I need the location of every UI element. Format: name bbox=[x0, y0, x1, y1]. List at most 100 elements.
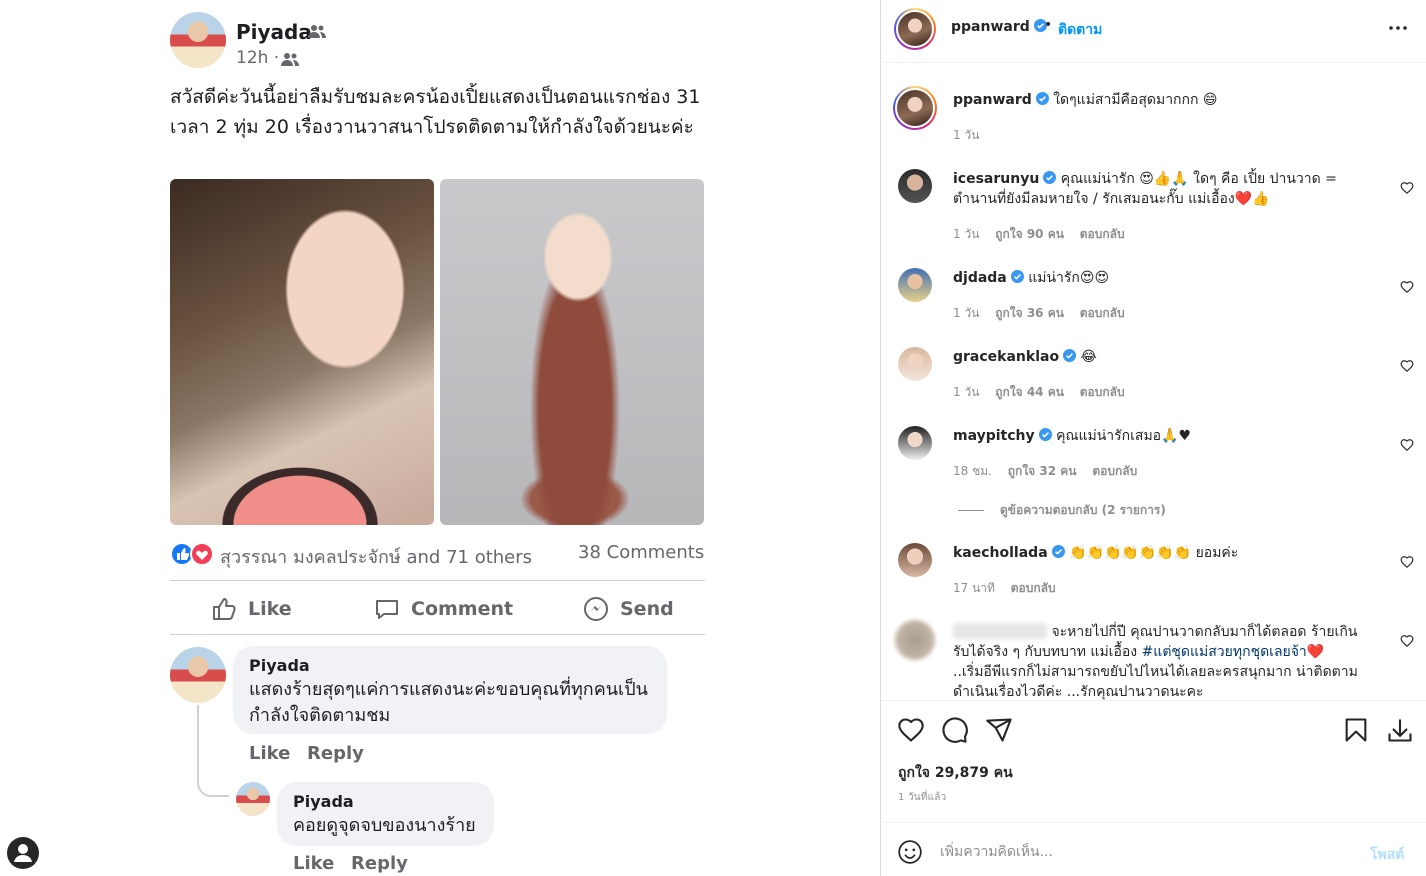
ig-commenter-avatar[interactable] bbox=[898, 426, 932, 460]
fb-comment-author: Piyada bbox=[249, 656, 310, 675]
ig-commenter-avatar[interactable] bbox=[898, 543, 932, 577]
friends-icon bbox=[281, 53, 299, 66]
more-icon[interactable] bbox=[1386, 16, 1410, 40]
ig-comment-meta: 18 ชม. ถูกใจ 32 คน ตอบกลับ bbox=[953, 462, 1149, 481]
ig-comment-likes[interactable]: ถูกใจ 44 คน bbox=[995, 385, 1064, 399]
ig-comment-body: icesarunyu คุณแม่น่ารัก 😍👍🙏 ใดๆ คือ เปิ้… bbox=[953, 169, 1358, 209]
view-replies-label: ดูข้อความตอบกลับ (2 รายการ) bbox=[1000, 503, 1166, 517]
ig-comment-time: 1 วัน bbox=[953, 306, 980, 320]
reaction-icons bbox=[170, 542, 214, 566]
ig-commenter-username[interactable]: maypitchy bbox=[953, 428, 1035, 444]
separator-dot: • bbox=[1044, 17, 1053, 33]
ig-caption-meta: 1 วัน bbox=[953, 126, 991, 145]
heart-icon[interactable] bbox=[1400, 555, 1414, 569]
fb-reaction-summary[interactable]: สุวรรณา มงคลประจักษ์ and 71 others bbox=[220, 542, 532, 571]
fb-comment-bubble: Piyada แสดงร้ายสุดๆแค่การแสดงนะค่ะขอบคุณ… bbox=[233, 646, 667, 734]
fb-post-text: สวัสดีค่ะวันนี้อย่าลืมรับชมละครน้องเปิ้ย… bbox=[170, 86, 701, 138]
follow-button[interactable]: ติดตาม bbox=[1058, 19, 1102, 41]
ig-comment-time: 17 นาที bbox=[953, 581, 995, 595]
ig-comments-list[interactable]: ppanward ใดๆแม่สามีคือสุดมากกก 😄 1 วัน i… bbox=[880, 63, 1426, 700]
view-replies-line bbox=[958, 510, 984, 511]
ig-reply-button[interactable]: ตอบกลับ bbox=[1080, 227, 1125, 241]
ig-comment-body: kaechollada 👏👏👏👏👏👏👏 ยอมค่ะ bbox=[953, 543, 1358, 563]
ig-commenter-username[interactable]: djdada bbox=[953, 270, 1007, 286]
fb-author-avatar bbox=[170, 12, 226, 68]
hashtag-link[interactable]: #แต่ชุดแม่สวยทุกชุดเลยจ้า bbox=[1142, 644, 1307, 660]
verified-icon bbox=[1038, 428, 1052, 441]
ig-comment-likes[interactable]: ถูกใจ 32 คน bbox=[1008, 464, 1077, 478]
ig-comment-text: 👏👏👏👏👏👏👏 ยอมค่ะ bbox=[1069, 545, 1239, 561]
fb-like-label: Like bbox=[248, 598, 292, 620]
fb-comment-label: Comment bbox=[411, 598, 514, 620]
ig-comment-text: คุณแม่น่ารักเสมอ🙏♥ bbox=[1056, 428, 1192, 444]
fb-like-button[interactable]: Like bbox=[210, 592, 292, 626]
fb-comments-count[interactable]: 38 Comments bbox=[578, 542, 704, 563]
share-icon[interactable] bbox=[985, 716, 1013, 744]
ig-reply-button[interactable]: ตอบกลับ bbox=[1080, 385, 1125, 399]
ig-post-time: 1 วันที่แล้ว bbox=[898, 792, 947, 803]
speech-bubble-icon[interactable] bbox=[941, 716, 969, 744]
divider bbox=[880, 700, 1426, 701]
ig-comment-body: จะหายไปกี่ปี คุณปานวาดกลับมาก็ได้ตลอด ร้… bbox=[953, 622, 1358, 700]
verified-icon bbox=[1051, 545, 1065, 558]
reply-thread-line bbox=[197, 705, 229, 797]
ig-commenter-avatar[interactable] bbox=[898, 347, 932, 381]
divider bbox=[880, 822, 1426, 823]
ig-comment-body: maypitchy คุณแม่น่ารักเสมอ🙏♥ bbox=[953, 426, 1358, 446]
ig-comment-meta: 1 วัน ถูกใจ 36 คน ตอบกลับ bbox=[953, 304, 1137, 323]
ig-reply-button[interactable]: ตอบกลับ bbox=[1092, 464, 1137, 478]
ig-comment-body: djdada แม่น่ารัก😍😍 bbox=[953, 268, 1358, 288]
fb-reply-text: คอยดูจุดจบของนางร้าย bbox=[293, 815, 476, 836]
ig-header-username[interactable]: ppanward bbox=[951, 19, 1047, 35]
fb-commenter-avatar bbox=[170, 647, 226, 703]
heart-icon[interactable] bbox=[1400, 438, 1414, 452]
download-icon[interactable] bbox=[1386, 716, 1414, 744]
ig-like-count[interactable]: ถูกใจ 29,879 คน bbox=[898, 762, 1013, 784]
ig-header-avatar[interactable] bbox=[894, 8, 936, 50]
ig-commenter-username[interactable]: icesarunyu bbox=[953, 171, 1039, 187]
ig-comment-meta: 1 วัน ถูกใจ 44 คน ตอบกลับ bbox=[953, 383, 1137, 402]
post-comment-button[interactable]: โพสต์ bbox=[1370, 844, 1404, 866]
ig-caption-text: ใดๆแม่สามีคือสุดมากกก 😄 bbox=[1053, 92, 1218, 108]
ig-reply-button[interactable]: ตอบกลับ bbox=[1080, 306, 1125, 320]
ig-commenter-avatar[interactable] bbox=[895, 620, 935, 660]
verified-icon bbox=[1035, 92, 1049, 105]
ig-comment-likes[interactable]: ถูกใจ 36 คน bbox=[995, 306, 1064, 320]
emoji-icon[interactable] bbox=[897, 839, 923, 865]
fb-post-photo-fullbody bbox=[440, 179, 704, 525]
ig-comment-likes[interactable]: ถูกใจ 90 คน bbox=[995, 227, 1064, 241]
fb-send-button[interactable]: Send bbox=[582, 592, 674, 626]
ig-caption-avatar[interactable] bbox=[893, 86, 937, 130]
ig-caption-username[interactable]: ppanward bbox=[953, 92, 1032, 108]
ig-commenter-avatar[interactable] bbox=[898, 169, 932, 203]
fb-reply-like-link[interactable]: Like bbox=[293, 853, 334, 874]
fb-comment-like-link[interactable]: Like bbox=[249, 743, 290, 764]
ig-commenter-avatar[interactable] bbox=[898, 268, 932, 302]
like-icon bbox=[213, 598, 236, 620]
comment-input[interactable] bbox=[940, 838, 1340, 866]
verified-icon bbox=[1043, 171, 1057, 184]
ig-comment-meta: 17 นาที ตอบกลับ bbox=[953, 579, 1068, 598]
heart-icon[interactable] bbox=[897, 716, 925, 744]
bookmark-icon[interactable] bbox=[1342, 716, 1370, 744]
view-replies-button[interactable]: ดูข้อความตอบกลับ (2 รายการ) bbox=[958, 501, 1166, 520]
ig-commenter-username[interactable]: kaechollada bbox=[953, 545, 1048, 561]
ig-caption-time: 1 วัน bbox=[953, 128, 980, 142]
fb-comment-text: แสดงร้ายสุดๆแค่การแสดงนะค่ะขอบคุณที่ทุกค… bbox=[249, 679, 648, 726]
heart-icon[interactable] bbox=[1400, 181, 1414, 195]
fb-comment-reply-link[interactable]: Reply bbox=[307, 743, 364, 764]
divider bbox=[170, 580, 705, 581]
ig-comment-text: แม่น่ารัก😍😍 bbox=[1028, 270, 1110, 286]
comment-icon bbox=[376, 600, 398, 619]
ig-comment-time: 1 วัน bbox=[953, 227, 980, 241]
fb-reply-author: Piyada bbox=[293, 792, 354, 811]
heart-icon[interactable] bbox=[1400, 280, 1414, 294]
divider bbox=[170, 634, 705, 635]
fb-reply-reply-link[interactable]: Reply bbox=[351, 853, 408, 874]
user-icon[interactable] bbox=[7, 837, 39, 869]
heart-icon[interactable] bbox=[1400, 634, 1414, 648]
ig-reply-button[interactable]: ตอบกลับ bbox=[1011, 581, 1056, 595]
heart-icon[interactable] bbox=[1400, 359, 1414, 373]
fb-comment-button[interactable]: Comment bbox=[373, 592, 513, 626]
ig-commenter-username[interactable]: gracekanklao bbox=[953, 349, 1059, 365]
